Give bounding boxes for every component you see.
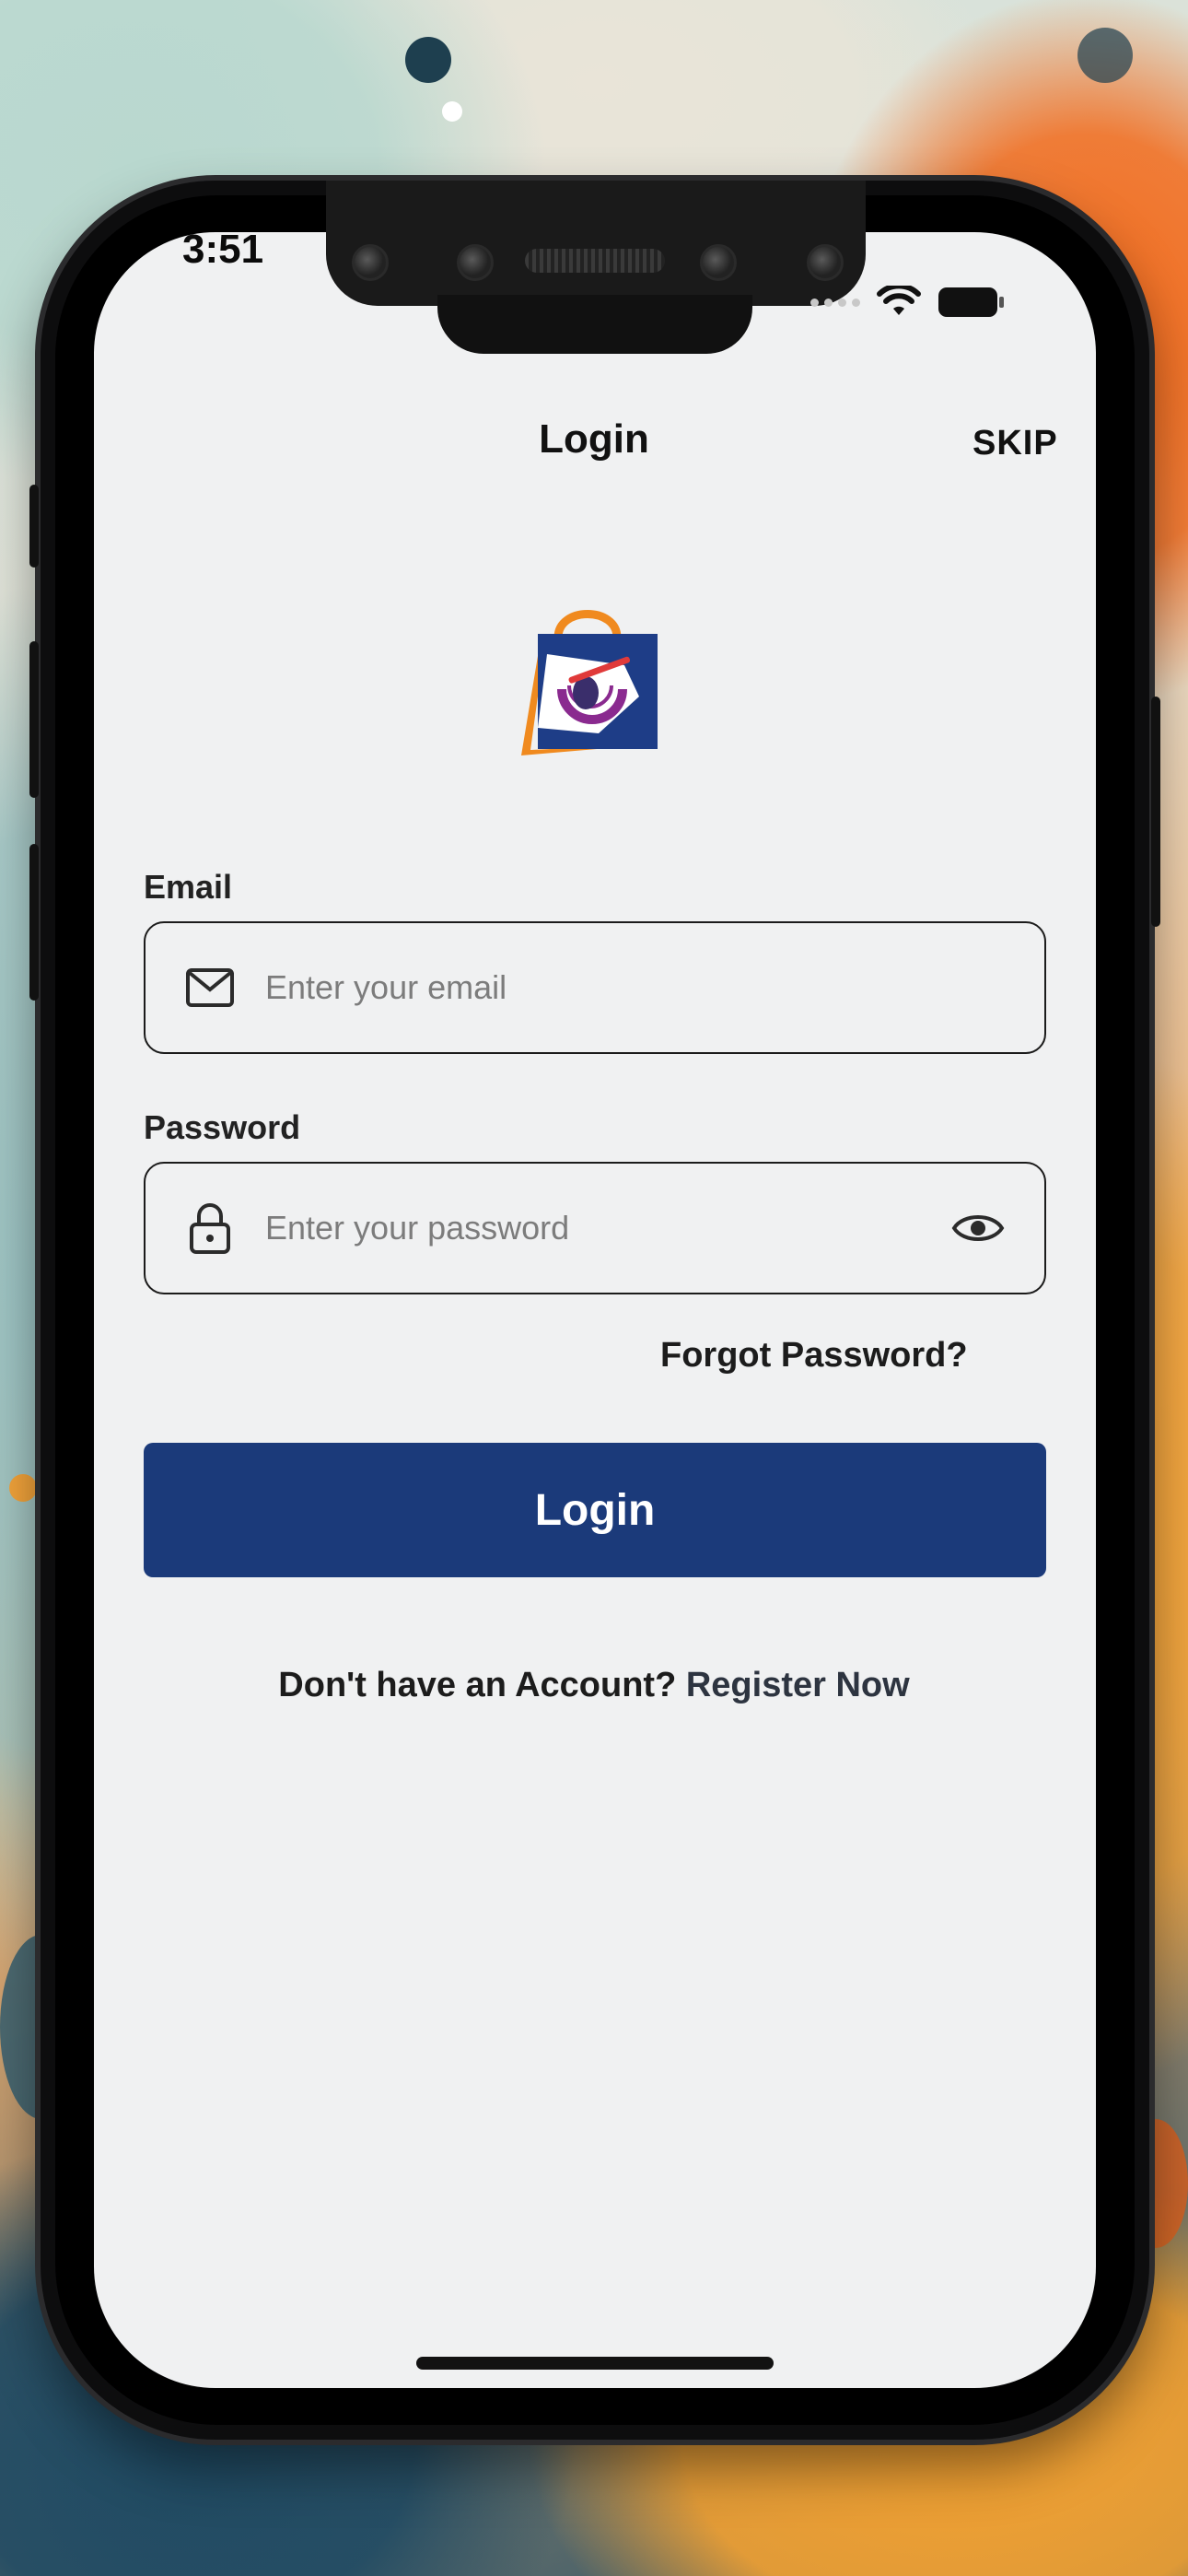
- signal-icon: [810, 298, 860, 307]
- notch: [326, 181, 866, 306]
- email-input[interactable]: [263, 967, 1044, 1008]
- status-icons: [810, 286, 1006, 319]
- forgot-password-link[interactable]: Forgot Password?: [660, 1336, 968, 1376]
- volume-up-button: [29, 641, 39, 798]
- skip-button[interactable]: SKIP: [973, 424, 1058, 463]
- password-input[interactable]: [263, 1208, 949, 1248]
- paint-splat: [442, 101, 462, 122]
- email-label: Email: [144, 868, 233, 906]
- app-screen: [94, 232, 1096, 2388]
- mute-switch: [29, 485, 39, 568]
- paint-splat: [9, 1474, 37, 1502]
- password-field[interactable]: [144, 1162, 1046, 1294]
- password-label: Password: [144, 1108, 301, 1146]
- sensor-icon: [700, 244, 737, 281]
- phone-frame: [29, 181, 1160, 2440]
- paint-splat: [405, 37, 451, 83]
- home-indicator[interactable]: [416, 2357, 774, 2370]
- login-button[interactable]: Login: [144, 1443, 1046, 1577]
- sensor-icon: [457, 244, 494, 281]
- paint-splat: [1077, 28, 1133, 83]
- status-time: 3:51: [182, 227, 264, 272]
- register-prompt: Don't have an Account? Register Now: [0, 1666, 1188, 1705]
- email-field[interactable]: [144, 921, 1046, 1054]
- eye-icon[interactable]: [949, 1199, 1007, 1258]
- earpiece-speaker: [525, 249, 665, 273]
- lock-icon: [182, 1200, 238, 1256]
- volume-down-button: [29, 844, 39, 1001]
- notch-bottom: [437, 295, 752, 354]
- register-now-link[interactable]: Register Now: [686, 1666, 910, 1704]
- shopping-bag-logo: [521, 610, 658, 755]
- sensor-icon: [807, 244, 844, 281]
- wifi-icon: [877, 286, 921, 315]
- power-button: [1151, 697, 1160, 927]
- battery-icon: [938, 287, 1004, 317]
- camera-icon: [352, 244, 389, 281]
- mail-icon: [182, 960, 238, 1015]
- register-question: Don't have an Account?: [278, 1666, 677, 1704]
